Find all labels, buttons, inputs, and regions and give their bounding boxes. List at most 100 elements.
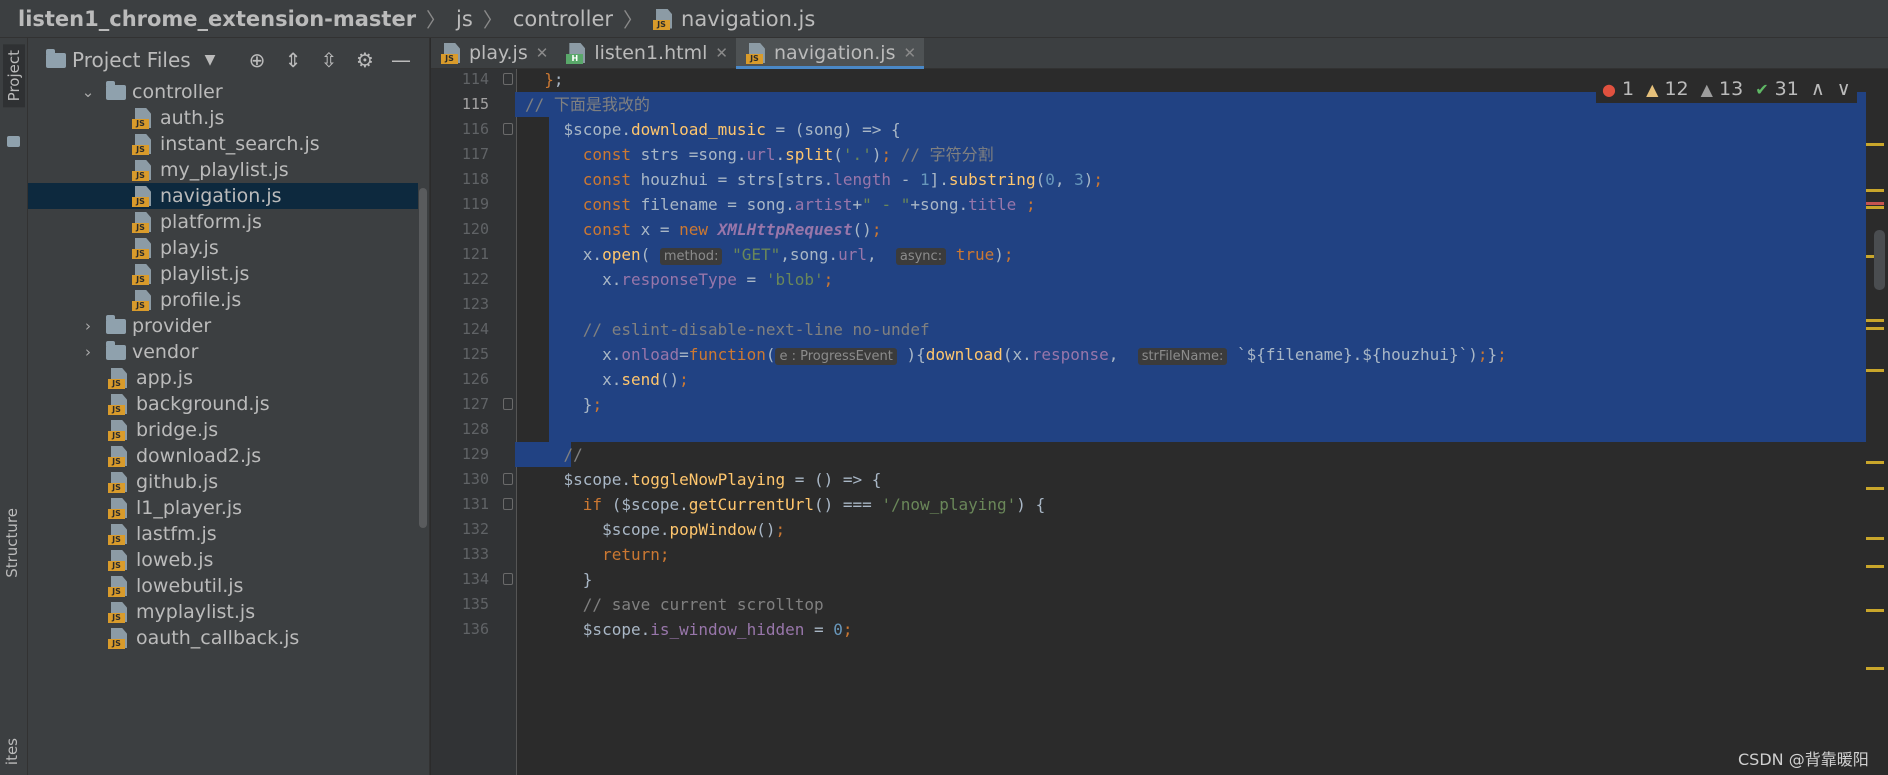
favorites-tool-window-button[interactable]: ites — [3, 738, 21, 765]
warning-marker[interactable] — [1866, 565, 1884, 568]
close-icon[interactable]: ✕ — [903, 44, 916, 62]
tree-file-row[interactable]: JS download2.js — [28, 443, 418, 469]
warning-marker[interactable] — [1866, 327, 1884, 330]
code-line[interactable]: 128 — [431, 417, 1888, 442]
editor-tab[interactable]: JS play.js ✕ — [431, 38, 556, 68]
code-line[interactable]: 136 $scope.is_window_hidden = 0; — [431, 617, 1888, 642]
code-line[interactable]: 121 x.open( method: "GET",song.url, asyn… — [431, 242, 1888, 267]
fold-marker-icon[interactable] — [503, 398, 513, 410]
warning-marker[interactable] — [1866, 537, 1884, 540]
locate-icon[interactable]: ⊕ — [246, 48, 268, 72]
chevron-down-icon[interactable]: ⌄ — [80, 83, 96, 101]
code-line[interactable]: 131 if ($scope.getCurrentUrl() === '/now… — [431, 492, 1888, 517]
tree-file-row[interactable]: JS myplaylist.js — [28, 599, 418, 625]
tree-file-row[interactable]: JS loweb.js — [28, 547, 418, 573]
structure-tool-window-button[interactable]: Structure — [3, 508, 21, 578]
editor-tab[interactable]: Hlisten1.html ✕ — [556, 38, 736, 68]
tree-file-row[interactable]: JS instant_search.js — [28, 131, 418, 157]
warning-marker[interactable] — [1866, 461, 1884, 464]
gear-icon[interactable]: ⚙ — [354, 48, 376, 72]
warning-marker[interactable] — [1866, 143, 1884, 146]
fold-marker-icon[interactable] — [503, 498, 513, 510]
code-line[interactable]: 122 x.responseType = 'blob'; — [431, 267, 1888, 292]
project-toolbar: ⊕ ⇕ ⇳ ⚙ — — [246, 48, 412, 72]
warning-marker[interactable] — [1866, 487, 1884, 490]
code-line[interactable]: 135 // save current scrolltop — [431, 592, 1888, 617]
fold-marker-icon[interactable] — [503, 573, 513, 585]
code-line[interactable]: 116 $scope.download_music = (song) => { — [431, 117, 1888, 142]
warning-marker[interactable] — [1866, 667, 1884, 670]
project-tool-window-button[interactable]: Project — [3, 44, 25, 108]
tree-item-label: oauth_callback.js — [136, 627, 300, 649]
chevron-down-icon[interactable]: ▼ — [205, 52, 216, 68]
tree-file-row[interactable]: JS app.js — [28, 365, 418, 391]
code-line[interactable]: 133 return; — [431, 542, 1888, 567]
tree-folder-row[interactable]: › provider — [28, 313, 418, 339]
breadcrumb-folder-controller[interactable]: controller — [513, 7, 613, 31]
code-editor[interactable]: 114 }; 115 // 下面是我改的 116 $scope.download_mu… — [431, 69, 1888, 775]
warning-marker[interactable] — [1866, 319, 1884, 322]
expand-all-icon[interactable]: ⇕ — [282, 48, 304, 72]
project-view-selector[interactable]: Project Files — [72, 48, 191, 72]
project-scrollbar[interactable] — [419, 188, 427, 528]
tree-file-row[interactable]: JS navigation.js — [28, 183, 418, 209]
error-marker[interactable] — [1866, 202, 1884, 205]
previous-highlight-icon[interactable]: ∧ — [1811, 78, 1825, 100]
code-line[interactable]: 123 — [431, 292, 1888, 317]
tree-file-row[interactable]: JS lowebutil.js — [28, 573, 418, 599]
code-line[interactable]: 129 // — [431, 442, 1888, 467]
tree-file-row[interactable]: JS l1_player.js — [28, 495, 418, 521]
chevron-right-icon[interactable]: › — [80, 317, 96, 335]
close-icon[interactable]: ✕ — [715, 44, 728, 62]
typo-count[interactable]: ✔ 31 — [1755, 78, 1799, 100]
code-line[interactable]: 134 } — [431, 567, 1888, 592]
next-highlight-icon[interactable]: ∨ — [1837, 78, 1851, 100]
tree-file-row[interactable]: JS platform.js — [28, 209, 418, 235]
breadcrumb-project[interactable]: listen1_chrome_extension-master — [18, 7, 416, 31]
code-line[interactable]: 126 x.send(); — [431, 367, 1888, 392]
tree-file-row[interactable]: JS github.js — [28, 469, 418, 495]
code-line[interactable]: 124 // eslint-disable-next-line no-undef — [431, 317, 1888, 342]
tree-file-row[interactable]: JS profile.js — [28, 287, 418, 313]
tree-file-row[interactable]: JS playlist.js — [28, 261, 418, 287]
collapse-all-icon[interactable]: ⇳ — [318, 48, 340, 72]
code-line[interactable]: 130 $scope.toggleNowPlaying = () => { — [431, 467, 1888, 492]
warning-marker[interactable] — [1866, 206, 1884, 209]
warning-marker[interactable] — [1866, 369, 1884, 372]
tree-folder-row[interactable]: ⌄ controller — [28, 79, 418, 105]
warning-marker[interactable] — [1866, 189, 1884, 192]
warning-count[interactable]: ▲ 12 — [1646, 78, 1689, 100]
tree-file-row[interactable]: JS oauth_callback.js — [28, 625, 418, 651]
js-file-icon: JS — [132, 263, 154, 285]
fold-marker-icon[interactable] — [503, 123, 513, 135]
code-line[interactable]: 118 const houzhui = strs[strs.length - 1… — [431, 167, 1888, 192]
code-line[interactable]: 117 const strs =song.url.split('.'); // … — [431, 142, 1888, 167]
breadcrumb-folder-js[interactable]: js — [456, 7, 473, 31]
close-icon[interactable]: ✕ — [536, 44, 549, 62]
error-count[interactable]: ● 1 — [1602, 78, 1634, 100]
tree-folder-row[interactable]: › vendor — [28, 339, 418, 365]
editor-scrollbar[interactable] — [1874, 230, 1885, 290]
tree-file-row[interactable]: JS my_playlist.js — [28, 157, 418, 183]
minimize-icon[interactable]: — — [390, 48, 412, 72]
tree-file-row[interactable]: JS play.js — [28, 235, 418, 261]
fold-marker-icon[interactable] — [503, 473, 513, 485]
code-line[interactable]: 125 x.onload=function(e : ProgressEvent … — [431, 342, 1888, 367]
tree-file-row[interactable]: JS auth.js — [28, 105, 418, 131]
tree-file-row[interactable]: JS bridge.js — [28, 417, 418, 443]
chevron-right-icon[interactable]: › — [80, 343, 96, 361]
code-line[interactable]: 119 const filename = song.artist+" - "+s… — [431, 192, 1888, 217]
js-file-icon: JS — [108, 523, 130, 545]
code-line[interactable]: 127 }; — [431, 392, 1888, 417]
error-stripe[interactable] — [1866, 69, 1888, 775]
code-line[interactable]: 120 const x = new XMLHttpRequest(); — [431, 217, 1888, 242]
weak-warning-count[interactable]: ▲ 13 — [1701, 78, 1744, 100]
inspection-widget[interactable]: ● 1 ▲ 12 ▲ 13 ✔ 31 ∧ ∨ — [1596, 75, 1857, 103]
tree-file-row[interactable]: JS background.js — [28, 391, 418, 417]
breadcrumb-file[interactable]: navigation.js — [681, 7, 815, 31]
tree-file-row[interactable]: JS lastfm.js — [28, 521, 418, 547]
fold-marker-icon[interactable] — [503, 73, 513, 85]
code-line[interactable]: 132 $scope.popWindow(); — [431, 517, 1888, 542]
editor-tab[interactable]: JS navigation.js ✕ — [735, 38, 925, 69]
warning-marker[interactable] — [1866, 609, 1884, 612]
